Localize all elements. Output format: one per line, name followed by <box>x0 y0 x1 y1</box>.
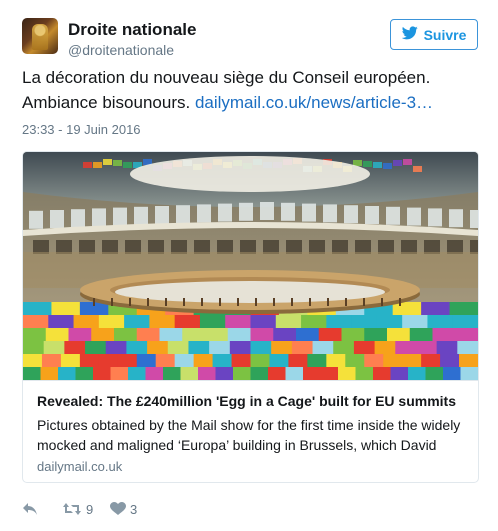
retweet-count: 9 <box>86 501 94 517</box>
tweet-actions: 9 3 <box>22 499 137 519</box>
tweet-timestamp[interactable]: 23:33 - 19 Juin 2016 <box>22 122 141 137</box>
card-body: Revealed: The £240million 'Egg in a Cage… <box>23 380 478 482</box>
retweet-icon <box>62 502 82 516</box>
link-card[interactable]: Revealed: The £240million 'Egg in a Cage… <box>22 151 479 483</box>
retweet-button[interactable]: 9 <box>62 502 110 517</box>
author-handle[interactable]: @droitenationale <box>68 42 174 58</box>
heart-icon <box>110 502 126 516</box>
author-name[interactable]: Droite nationale <box>68 20 196 40</box>
avatar[interactable] <box>22 18 58 54</box>
reply-button[interactable] <box>22 502 62 516</box>
like-count: 3 <box>130 501 138 517</box>
card-domain: dailymail.co.uk <box>37 459 123 474</box>
card-title: Revealed: The £240million 'Egg in a Cage… <box>37 393 456 409</box>
tweet-link[interactable]: dailymail.co.uk/news/article-3… <box>195 93 433 112</box>
card-image <box>23 152 478 380</box>
reply-icon <box>22 502 38 516</box>
follow-label: Suivre <box>423 26 467 43</box>
like-button[interactable]: 3 <box>110 502 137 517</box>
tweet-text: La décoration du nouveau siège du Consei… <box>22 65 482 115</box>
twitter-bird-icon <box>401 26 418 43</box>
follow-button[interactable]: Suivre <box>390 19 478 50</box>
card-description: Pictures obtained by the Mail show for t… <box>37 417 461 453</box>
